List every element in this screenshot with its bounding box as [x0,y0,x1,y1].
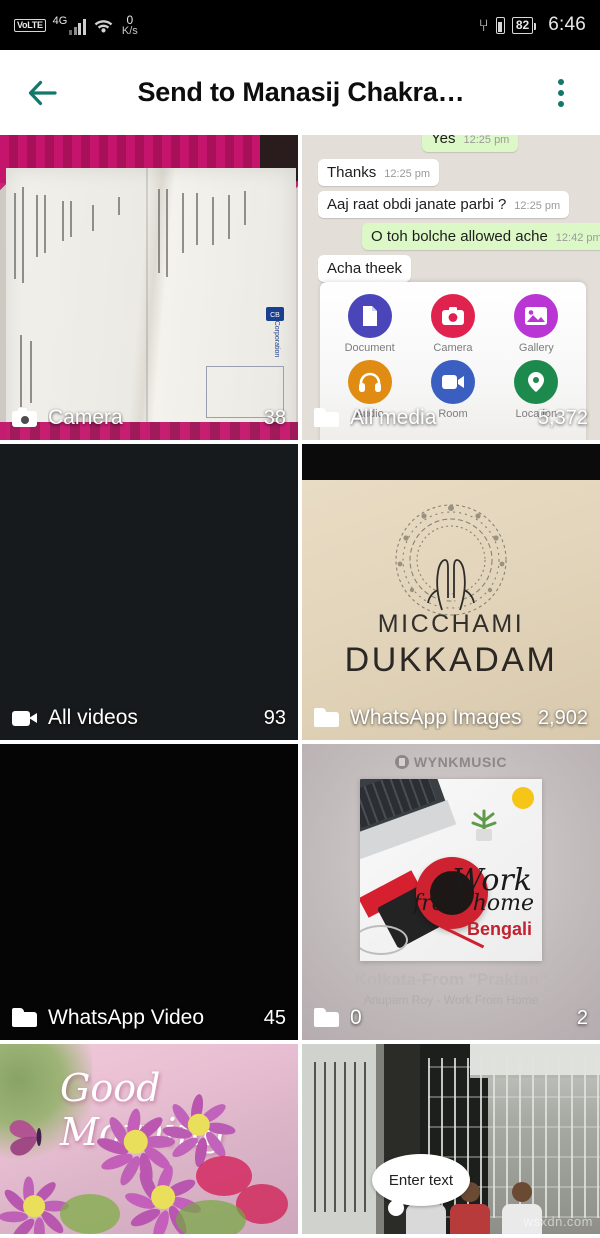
wynk-brand-label: WYNKMUSIC [413,754,508,770]
tile-name: WhatsApp Video [48,1006,205,1029]
folder-tile-whatsapp-images[interactable]: MICCHAMI DUKKADAM WhatsApp Images 2,902 [302,444,600,740]
media-folder-grid: CB Corporation Camera 38 Yes 12:25 pm Th… [0,135,600,1234]
network-generation-label: 4G [52,14,68,27]
svg-text:Corporation: Corporation [273,321,280,358]
status-bar-left: VoLTE 4G 0 K/s [14,14,138,37]
document-icon [347,294,392,338]
tile-name: WhatsApp Images [350,706,522,729]
status-bar-right: ⑂ 82 6:46 [479,14,586,36]
status-bar: VoLTE 4G 0 K/s ⑂ 82 6:46 [0,0,600,50]
folder-icon [12,1007,38,1029]
app-bar: Send to Manasij Chakra… [0,50,600,135]
folder-icon [314,1007,340,1029]
wynk-logo-icon [394,755,409,769]
tile-name: All media [350,406,437,429]
tile-count: 38 [263,406,286,429]
back-arrow-icon[interactable] [22,72,64,114]
folder-tile-camera[interactable]: CB Corporation Camera 38 [0,135,298,440]
tile-label: WhatsApp Video 45 [0,996,298,1040]
camera-icon [430,294,475,338]
watermark: wsxdn.com [523,1214,593,1229]
gallery-icon [514,294,559,338]
enter-text-bubble[interactable]: Enter text [372,1154,470,1216]
tile-name: Camera [48,406,123,429]
tile-count: 45 [263,1006,286,1029]
bluetooth-icon: ⑂ [478,15,489,35]
status-bar-clock: 6:46 [548,14,586,35]
wynk-badge-icon [512,787,534,809]
tile-count: 2 [576,1006,588,1029]
media-tile-good-morning[interactable]: Good Morning [0,1044,298,1234]
attachment-label: Gallery [518,342,554,354]
chat-time: 12:25 pm [463,135,510,146]
chat-bubble: Aaj raat obdi janate parbi ? 12:25 pm [318,191,570,218]
artwork-line2: from home [412,891,534,916]
attachment-option-gallery[interactable]: Gallery [495,294,578,354]
tile-name: 0 [350,1006,362,1029]
enter-text-label: Enter text [388,1171,454,1189]
chat-text: Acha theek [327,260,403,277]
flower [0,1174,70,1234]
svg-text:CB: CB [270,312,280,319]
praying-hands-mandala-icon [376,494,526,616]
folder-tile-zero[interactable]: WYNKMUSIC Work from home Bengali Kolkata… [302,744,600,1040]
tile-count: 5,372 [537,406,588,429]
tile-name: All videos [48,706,138,729]
thumbnail-whatsapp-chat: Yes 12:25 pm Thanks 12:25 pm Aaj raat ob… [302,135,600,440]
chat-text: O toh bolche allowed ache [371,228,548,245]
chat-bubble-partial: Yes 12:25 pm [422,135,519,152]
wynk-brand: WYNKMUSIC [302,744,600,770]
micchami-line2: DUKKADAM [344,641,558,679]
tile-label: 0 2 [302,996,600,1040]
tile-count: 2,902 [537,706,588,729]
data-rate-indicator: 0 K/s [122,14,138,37]
data-rate-value: 0 [126,12,134,27]
chat-time: 12:42 pm [555,232,600,244]
thumbnail-bank-passbook: CB Corporation [0,135,298,440]
attachment-option-document[interactable]: Document [328,294,411,354]
wifi-icon [93,17,114,33]
folder-tile-all-media[interactable]: Yes 12:25 pm Thanks 12:25 pm Aaj raat ob… [302,135,600,440]
chat-time: 12:25 pm [514,200,561,212]
artwork-line3: Bengali [466,919,532,939]
battery-icon [495,16,505,34]
chat-text: Thanks [327,164,377,181]
chat-text: Yes [431,135,456,147]
cellular-signal-icon: 4G [52,14,86,35]
chat-time: 12:25 pm [384,168,431,180]
page-title: Send to Manasij Chakra… [137,77,465,107]
chat-bubble: O toh bolche allowed ache 12:42 pm ✓✓ [362,223,600,250]
chat-bubble: Acha theek [318,255,412,282]
tile-label: Camera 38 [0,396,298,440]
flower [161,1092,237,1169]
battery-percent-badge: 82 [511,16,537,34]
plant-decoration [464,803,504,843]
attachment-label: Camera [433,342,473,354]
tile-count: 93 [263,706,286,729]
thumbnail-house-gate: Enter text wsxdn.com [302,1044,600,1234]
folder-icon [314,707,340,729]
track-title: Kolkata-From "Praktan" [354,970,548,989]
folder-icon [314,407,340,429]
video-icon [12,707,38,729]
overflow-menu-icon[interactable] [544,78,578,107]
camera-icon [12,407,38,429]
thumbnail-good-morning: Good Morning [0,1044,298,1234]
chat-text: Aaj raat obdi janate parbi ? [327,196,507,213]
album-artwork: Work from home Bengali [360,779,542,961]
attachment-label: Document [344,342,395,354]
tile-label: All media 5,372 [302,396,600,440]
attachment-option-camera[interactable]: Camera [411,294,494,354]
signal-bars-icon [69,18,86,35]
tile-label: WhatsApp Images 2,902 [302,696,600,740]
volte-indicator: VoLTE [14,18,46,32]
media-tile-gate-photo[interactable]: Enter text wsxdn.com [302,1044,600,1234]
folder-tile-whatsapp-video[interactable]: WhatsApp Video 45 [0,744,298,1040]
bank-logo: CB Corporation [262,305,288,365]
data-rate-unit: K/s [121,24,138,37]
chat-bubble: Thanks 12:25 pm [318,159,440,186]
folder-tile-all-videos[interactable]: All videos 93 [0,444,298,740]
tile-label: All videos 93 [0,696,298,740]
butterfly-icon [6,1112,70,1162]
